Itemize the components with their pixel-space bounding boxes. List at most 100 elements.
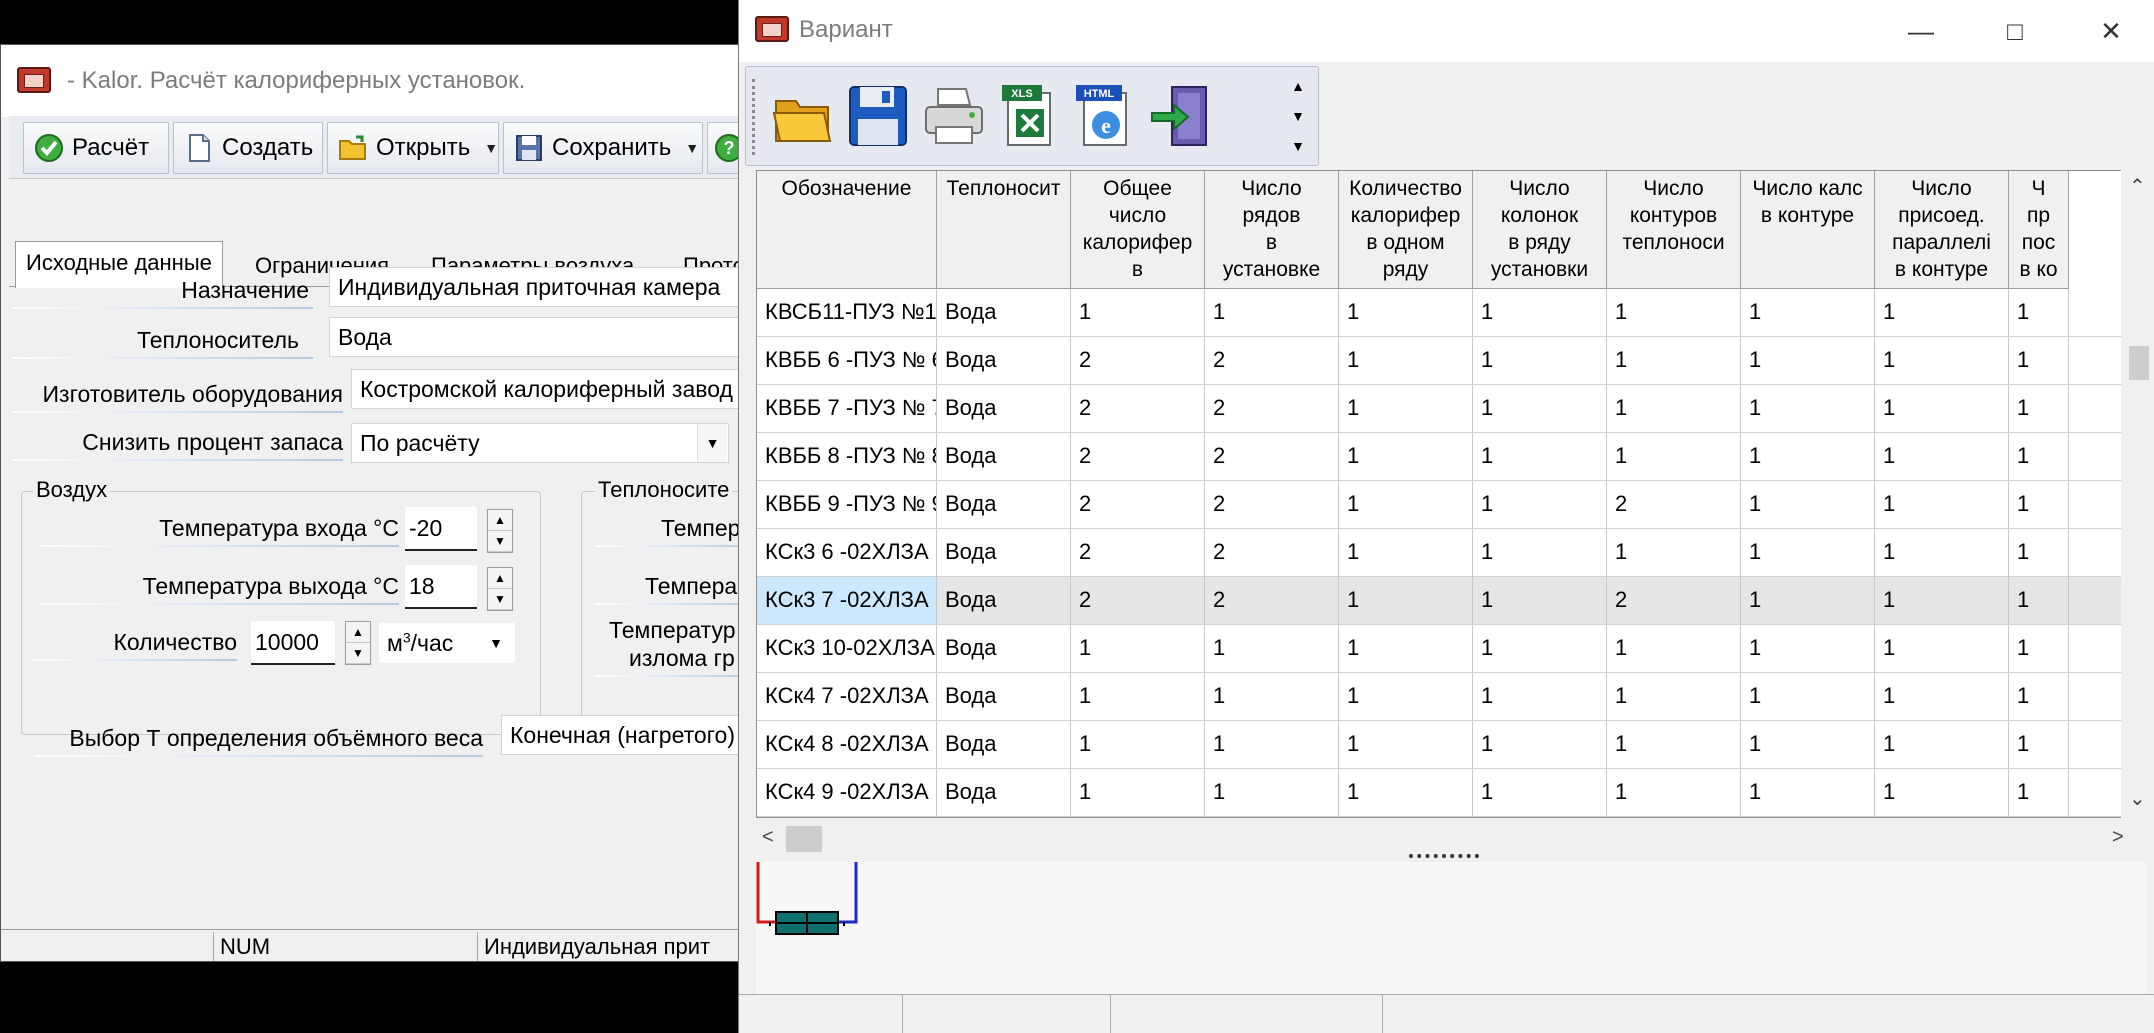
table-cell[interactable]: 2 — [1607, 481, 1741, 528]
calc-button[interactable]: Расчёт — [23, 122, 169, 174]
chevron-down-icon[interactable]: ▼ — [481, 624, 511, 662]
table-cell[interactable]: 1 — [1339, 769, 1473, 816]
table-row[interactable]: КСк4 9 -02ХЛЗА № 9Вода11111111 — [757, 769, 2135, 817]
table-cell[interactable]: 1 — [2009, 337, 2069, 384]
table-cell[interactable]: 1 — [2009, 577, 2069, 624]
table-cell[interactable]: 1 — [1875, 433, 2009, 480]
html-export-icon[interactable]: HTML e — [1074, 83, 1138, 149]
table-cell[interactable]: 1 — [1205, 673, 1339, 720]
create-button[interactable]: Создать — [173, 122, 323, 174]
column-header[interactable]: Ч пр пос в ко — [2009, 171, 2069, 289]
table-cell[interactable]: Вода — [937, 577, 1071, 624]
table-cell[interactable]: КСк4 8 -02ХЛЗА № 8 — [757, 721, 937, 768]
table-cell[interactable]: КСк3 10-02ХЛЗА №10 — [757, 625, 937, 672]
table-cell[interactable]: 2 — [1071, 433, 1205, 480]
table-cell[interactable]: 2 — [1071, 385, 1205, 432]
table-cell[interactable]: Вода — [937, 481, 1071, 528]
table-cell[interactable]: КСк4 9 -02ХЛЗА № 9 — [757, 769, 937, 816]
table-cell[interactable]: 2 — [1205, 385, 1339, 432]
table-cell[interactable]: 1 — [1875, 289, 2009, 336]
table-cell[interactable]: 1 — [1741, 577, 1875, 624]
excel-export-icon[interactable]: XLS — [998, 83, 1062, 149]
table-cell[interactable]: 1 — [1339, 577, 1473, 624]
table-row[interactable]: КСк4 7 -02ХЛЗА № 7Вода11111111 — [757, 673, 2135, 721]
overflow-chevron-icon[interactable]: ▼ — [1284, 131, 1312, 161]
table-cell[interactable]: Вода — [937, 721, 1071, 768]
table-row[interactable]: КСк3 6 -02ХЛЗА № 6Вода22111111 — [757, 529, 2135, 577]
table-cell[interactable]: 1 — [1741, 481, 1875, 528]
table-cell[interactable]: 1 — [2009, 529, 2069, 576]
table-cell[interactable]: 1 — [1339, 385, 1473, 432]
table-cell[interactable]: 1 — [1339, 529, 1473, 576]
table-cell[interactable]: 1 — [1875, 337, 2009, 384]
maker-field[interactable]: Костромской калориферный завод — [351, 369, 739, 409]
table-cell[interactable]: 1 — [1339, 721, 1473, 768]
column-header[interactable]: Количество калорифер в одном ряду — [1339, 171, 1473, 289]
spin-up-icon[interactable]: ▲ — [488, 568, 512, 589]
table-cell[interactable]: 1 — [1875, 529, 2009, 576]
t-in-spinner[interactable]: ▲ ▼ — [487, 509, 513, 553]
table-cell[interactable]: 2 — [1205, 577, 1339, 624]
reserve-combo[interactable]: По расчёту — [351, 423, 729, 463]
table-cell[interactable]: 1 — [1473, 673, 1607, 720]
table-cell[interactable]: 1 — [1339, 673, 1473, 720]
table-cell[interactable]: 1 — [1741, 433, 1875, 480]
close-icon[interactable]: ✕ — [2079, 6, 2143, 56]
table-cell[interactable]: 1 — [1473, 289, 1607, 336]
table-row[interactable]: КСк3 10-02ХЛЗА №10Вода11111111 — [757, 625, 2135, 673]
column-header[interactable]: Число контуров теплоноси — [1607, 171, 1741, 289]
table-cell[interactable]: 1 — [1875, 385, 2009, 432]
qty-spinner[interactable]: ▲ ▼ — [345, 621, 371, 665]
table-cell[interactable]: 1 — [1607, 673, 1741, 720]
table-cell[interactable]: КСк3 7 -02ХЛЗА № 7 — [757, 577, 937, 624]
table-cell[interactable]: 2 — [1205, 529, 1339, 576]
scroll-right-icon[interactable]: > — [2112, 826, 2124, 849]
table-cell[interactable]: 1 — [1473, 577, 1607, 624]
table-cell[interactable]: 1 — [1875, 481, 2009, 528]
weight-combo[interactable]: Конечная (нагретого) — [501, 715, 739, 755]
table-cell[interactable]: 2 — [1071, 529, 1205, 576]
table-cell[interactable]: 2 — [1607, 577, 1741, 624]
variant-grid[interactable]: Обозначение Теплоносит Общее число калориф… — [756, 170, 2136, 818]
table-row[interactable]: КСк4 8 -02ХЛЗА № 8Вода11111111 — [757, 721, 2135, 769]
table-cell[interactable]: 2 — [1071, 481, 1205, 528]
spin-up-icon[interactable]: ▲ — [488, 510, 512, 531]
table-row[interactable]: КВББ 8 -ПУЗ № 8 Вода 2 2 1 1 1 1 1 1 — [757, 433, 2135, 481]
table-cell[interactable]: 1 — [1205, 721, 1339, 768]
table-cell[interactable]: 1 — [1741, 337, 1875, 384]
table-cell[interactable]: Вода — [937, 673, 1071, 720]
table-cell[interactable]: 1 — [1875, 721, 2009, 768]
splitter-grip[interactable] — [1409, 854, 1479, 862]
spin-down-icon[interactable]: ▼ — [346, 643, 370, 664]
table-cell[interactable]: Вода — [937, 337, 1071, 384]
column-header[interactable]: Число рядов в установке — [1205, 171, 1339, 289]
spin-up-icon[interactable]: ▲ — [346, 622, 370, 643]
table-cell[interactable]: Вода — [937, 433, 1071, 480]
table-cell[interactable]: 1 — [1875, 769, 2009, 816]
t-out-spinner[interactable]: ▲ ▼ — [487, 567, 513, 611]
table-cell[interactable]: 1 — [1607, 289, 1741, 336]
table-cell[interactable]: 1 — [1473, 481, 1607, 528]
maximize-icon[interactable]: □ — [1983, 6, 2047, 56]
table-cell[interactable]: 1 — [1607, 385, 1741, 432]
table-row[interactable]: КВББ 9 -ПУЗ № 9 Вода 2 2 1 1 2 1 1 1 — [757, 481, 2135, 529]
table-cell[interactable]: 1 — [1473, 337, 1607, 384]
scroll-thumb[interactable] — [786, 826, 822, 852]
table-cell[interactable]: КВББ 9 -ПУЗ № 9 — [757, 481, 937, 528]
spin-down-icon[interactable]: ▼ — [488, 531, 512, 552]
table-cell[interactable]: 2 — [1071, 577, 1205, 624]
table-cell[interactable]: КВСБ11-ПУЗ №11 — [757, 289, 937, 336]
purpose-field[interactable]: Индивидуальная приточная камера — [329, 267, 739, 307]
open-button[interactable]: Открыть ▼ — [327, 122, 499, 174]
vertical-scrollbar[interactable]: ⌃ ⌄ — [2121, 170, 2154, 818]
column-header[interactable]: Общее число калорифер в — [1071, 171, 1205, 289]
table-cell[interactable]: 2 — [1071, 337, 1205, 384]
table-row[interactable]: КВББ 6 -ПУЗ № 6 Вода 2 2 1 1 1 1 1 1 — [757, 337, 2135, 385]
table-cell[interactable]: 1 — [1205, 769, 1339, 816]
table-cell[interactable]: 1 — [1741, 769, 1875, 816]
table-cell[interactable]: 1 — [1741, 289, 1875, 336]
help-button[interactable]: ? — [707, 122, 739, 174]
t-out-input[interactable]: 18 — [405, 565, 477, 609]
table-cell[interactable]: 1 — [1071, 289, 1205, 336]
column-header[interactable]: Обозначение — [757, 171, 937, 289]
